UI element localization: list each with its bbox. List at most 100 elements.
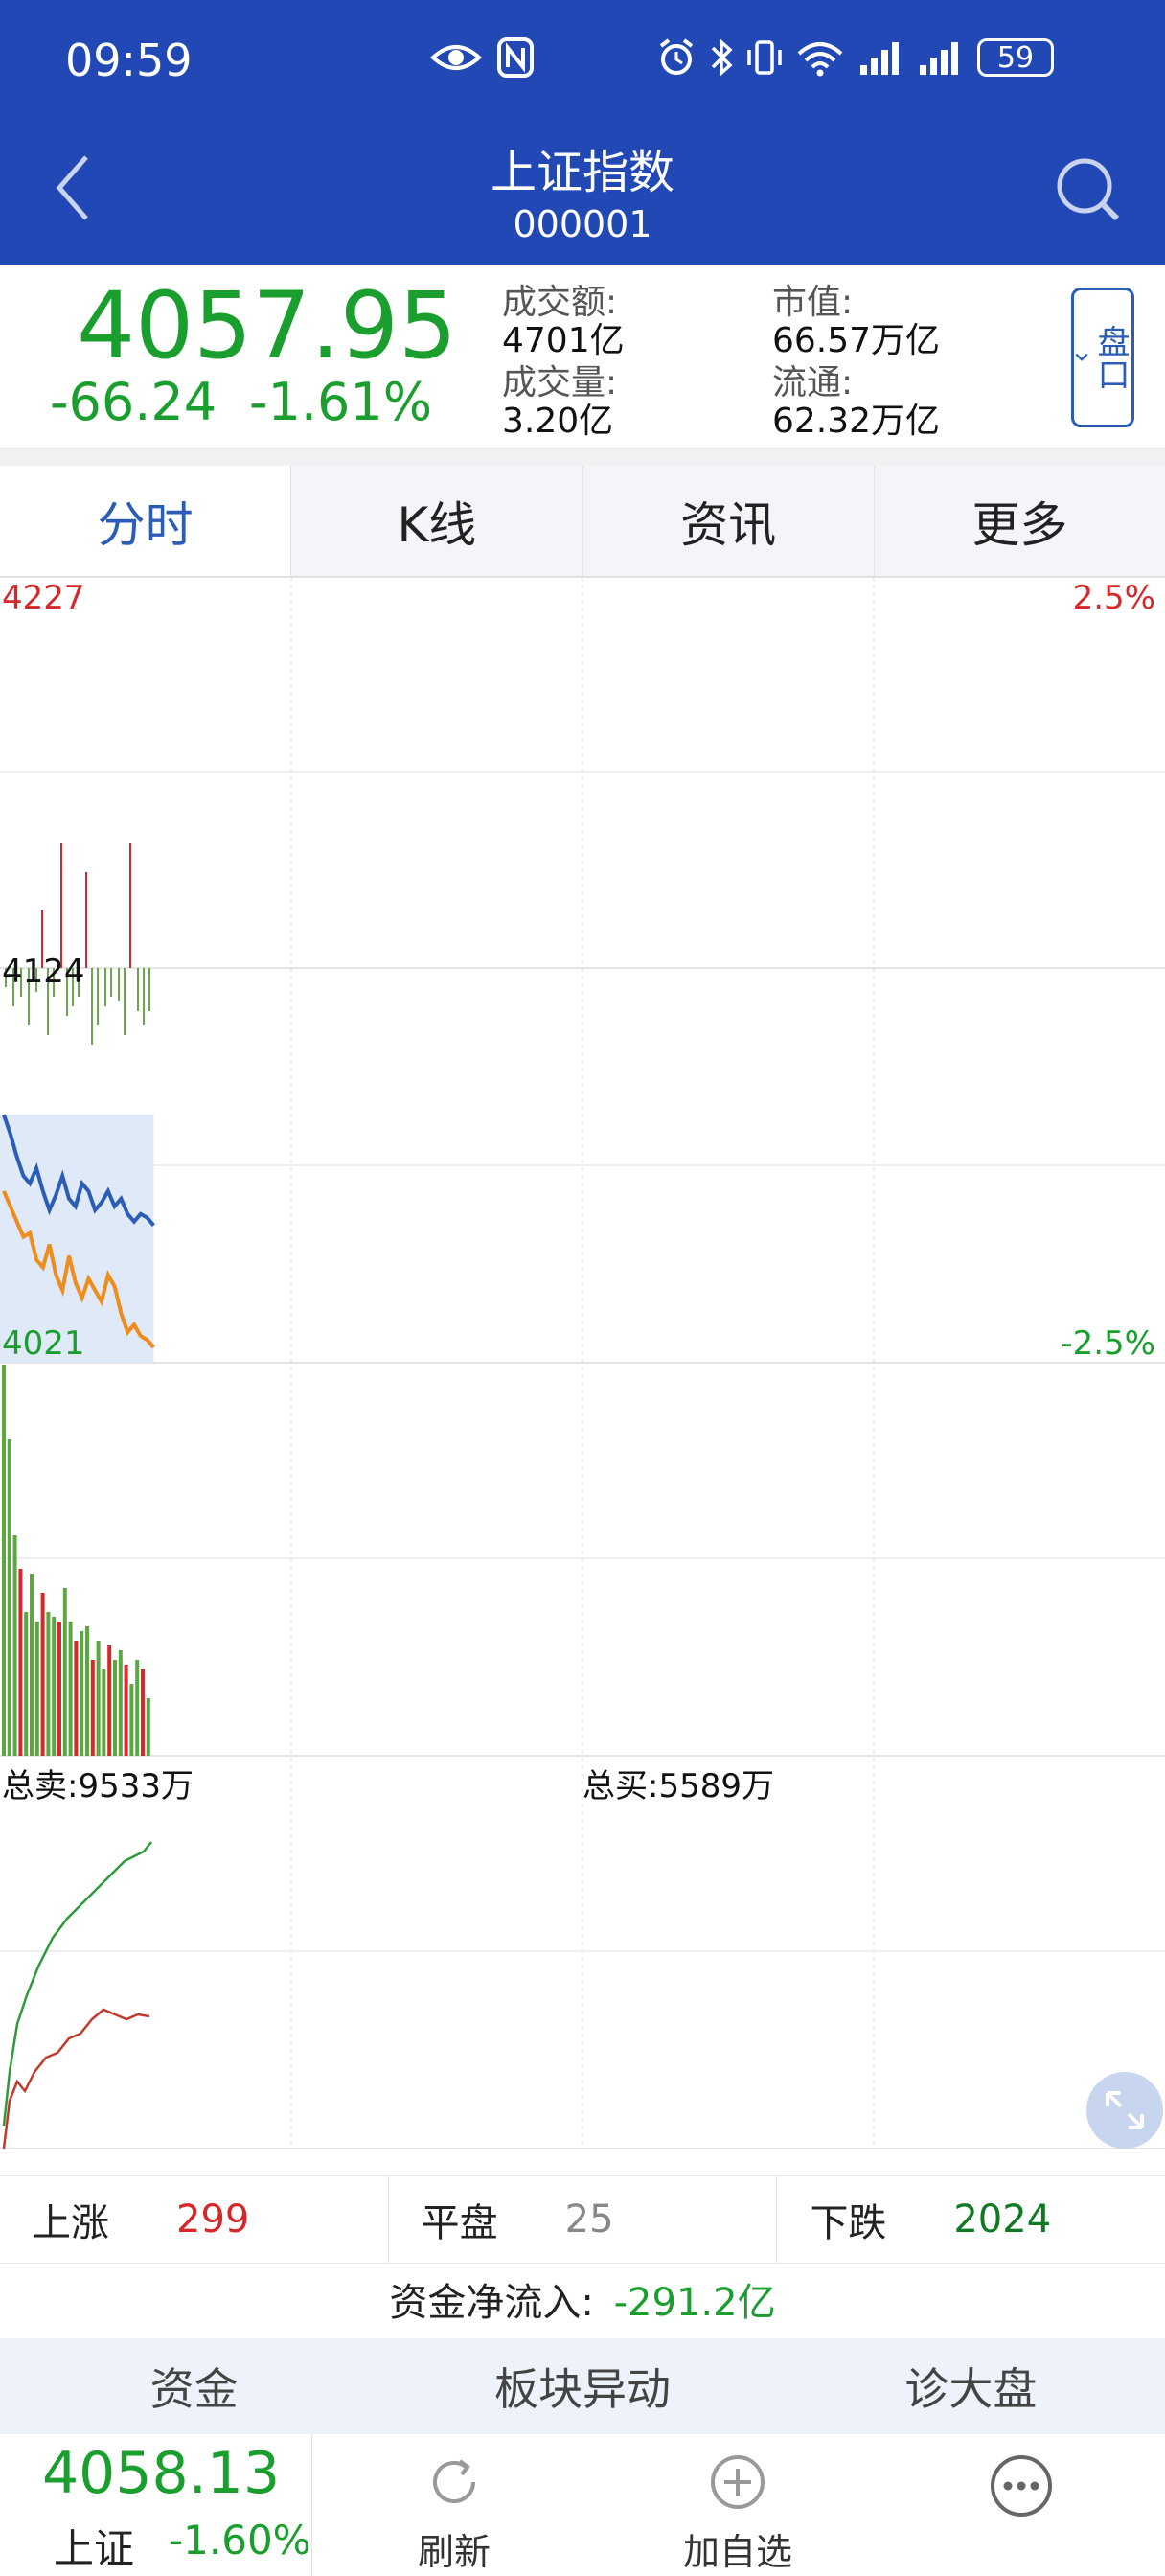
volume-bar bbox=[124, 1665, 128, 1756]
net-flow: 资金净流入: -291.2亿 bbox=[0, 2271, 1165, 2338]
mini-quote[interactable]: 4058.13 上证 -1.60% bbox=[0, 2434, 312, 2576]
volume-bar bbox=[30, 1574, 34, 1756]
up-count-cell: 上涨 299 bbox=[0, 2176, 389, 2263]
total-sell-label: 总卖:9533万 bbox=[2, 1767, 194, 1806]
volume-bar bbox=[52, 1617, 57, 1756]
flat-count: 25 bbox=[564, 2197, 614, 2242]
tab-more-label: 更多 bbox=[971, 496, 1068, 553]
net-flow-value: -291.2亿 bbox=[613, 2281, 776, 2325]
volume-bar bbox=[146, 1698, 150, 1756]
down-label: 下跌 bbox=[810, 2201, 887, 2245]
buy-flow-line bbox=[2, 2008, 150, 2149]
volume-bar bbox=[46, 1612, 51, 1756]
net-flow-label: 资金净流入: bbox=[389, 2281, 594, 2325]
tab-news[interactable]: 资讯 bbox=[582, 466, 874, 576]
wifi-icon bbox=[797, 42, 843, 77]
page-title: 上证指数 bbox=[490, 146, 674, 199]
volume-bar bbox=[129, 1684, 134, 1756]
intraday-chart[interactable] bbox=[0, 577, 1165, 2149]
tab-market-diagnosis[interactable]: 诊大盘 bbox=[777, 2338, 1165, 2434]
signal-icon bbox=[860, 42, 899, 75]
up-label: 上涨 bbox=[33, 2201, 109, 2245]
refresh-button[interactable]: 刷新 bbox=[358, 2434, 550, 2576]
flat-label: 平盘 bbox=[421, 2201, 498, 2245]
more-button[interactable] bbox=[925, 2434, 1117, 2576]
volume-bar bbox=[90, 1660, 95, 1756]
refresh-label: 刷新 bbox=[417, 2531, 491, 2573]
battery-icon: 59 bbox=[977, 38, 1054, 77]
float-cap-value: 62.32万亿 bbox=[772, 402, 941, 441]
chart-tabs: 分时 K线 资讯 更多 bbox=[0, 466, 1165, 577]
total-buy-label: 总买:5589万 bbox=[582, 1767, 774, 1806]
volume-bar bbox=[34, 1622, 39, 1756]
volume-bar bbox=[62, 1588, 67, 1756]
volume-bar bbox=[113, 1660, 117, 1756]
mini-price: 4058.13 bbox=[42, 2440, 281, 2507]
signal-icon bbox=[920, 42, 958, 75]
volume-bar bbox=[24, 1612, 29, 1756]
price-mid-label: 4124 bbox=[2, 953, 85, 991]
status-time: 09:59 bbox=[65, 34, 193, 86]
bluetooth-icon bbox=[711, 38, 733, 77]
tab-sector-moves-label: 板块异动 bbox=[493, 2363, 671, 2415]
volume-bar bbox=[107, 1645, 112, 1756]
tab-sector-moves[interactable]: 板块异动 bbox=[388, 2338, 776, 2434]
price-change-pct: -1.61% bbox=[249, 372, 433, 432]
refresh-icon bbox=[433, 2459, 475, 2503]
status-icons-left bbox=[429, 29, 535, 86]
order-book-button[interactable]: 盘口 bbox=[1071, 288, 1134, 427]
eye-icon bbox=[430, 45, 482, 70]
down-count: 2024 bbox=[953, 2197, 1052, 2242]
more-dots-icon bbox=[991, 2455, 1052, 2517]
price-high-label: 4227 bbox=[2, 579, 85, 617]
volume-bar bbox=[141, 1669, 145, 1756]
volume-bars bbox=[2, 1365, 150, 1756]
sell-flow-line bbox=[2, 1841, 152, 2127]
expand-button[interactable] bbox=[1086, 2072, 1163, 2149]
volume-bar bbox=[7, 1439, 11, 1756]
expand-icon bbox=[1106, 2091, 1144, 2129]
tab-news-label: 资讯 bbox=[680, 496, 777, 553]
volume-bar bbox=[118, 1650, 123, 1756]
volume-bar bbox=[2, 1365, 6, 1756]
add-watchlist-label: 加自选 bbox=[682, 2531, 792, 2573]
order-book-label: 盘口 bbox=[1091, 325, 1130, 390]
divider bbox=[0, 448, 1165, 466]
bottom-tabs: 资金 板块异动 诊大盘 bbox=[0, 2338, 1165, 2434]
tab-intraday-label: 分时 bbox=[97, 496, 194, 553]
current-price: 4057.95 bbox=[77, 272, 457, 380]
volume-bar bbox=[18, 1569, 23, 1756]
price-low-label: 4021 bbox=[2, 1324, 85, 1363]
alarm-icon bbox=[659, 38, 694, 75]
tab-capital-label: 资金 bbox=[149, 2363, 239, 2415]
add-watchlist-button[interactable]: 加自选 bbox=[642, 2434, 834, 2576]
search-icon[interactable] bbox=[1054, 155, 1123, 224]
pct-high-label: 2.5% bbox=[1072, 579, 1155, 617]
volume-bar bbox=[102, 1669, 106, 1756]
volume-bar bbox=[80, 1631, 84, 1756]
battery-level: 59 bbox=[996, 40, 1035, 75]
volume-bar bbox=[85, 1626, 89, 1756]
status-icons-right: 59 bbox=[655, 29, 1054, 86]
chevron-down-icon bbox=[1075, 353, 1088, 361]
mini-pct: -1.60% bbox=[169, 2517, 311, 2564]
flat-count-cell: 平盘 25 bbox=[389, 2176, 778, 2263]
tab-kline[interactable]: K线 bbox=[290, 466, 582, 576]
volume-bar bbox=[96, 1641, 101, 1756]
volume-bar bbox=[74, 1641, 79, 1756]
volume-bar bbox=[57, 1622, 61, 1756]
vibrate-icon bbox=[747, 40, 782, 75]
order-flow-lines bbox=[2, 1841, 152, 2149]
tab-capital[interactable]: 资金 bbox=[0, 2338, 388, 2434]
tab-kline-label: K线 bbox=[397, 496, 477, 553]
volume-bar bbox=[40, 1593, 45, 1756]
up-count: 299 bbox=[176, 2197, 250, 2242]
tab-market-diagnosis-label: 诊大盘 bbox=[904, 2363, 1038, 2415]
volume-value: 3.20亿 bbox=[502, 402, 614, 441]
tick-bars bbox=[5, 843, 150, 1045]
down-count-cell: 下跌 2024 bbox=[777, 2176, 1165, 2263]
tab-intraday[interactable]: 分时 bbox=[0, 466, 291, 576]
pct-low-label: -2.5% bbox=[1061, 1324, 1155, 1363]
tab-more[interactable]: 更多 bbox=[873, 466, 1165, 576]
plus-circle-icon bbox=[711, 2455, 765, 2509]
